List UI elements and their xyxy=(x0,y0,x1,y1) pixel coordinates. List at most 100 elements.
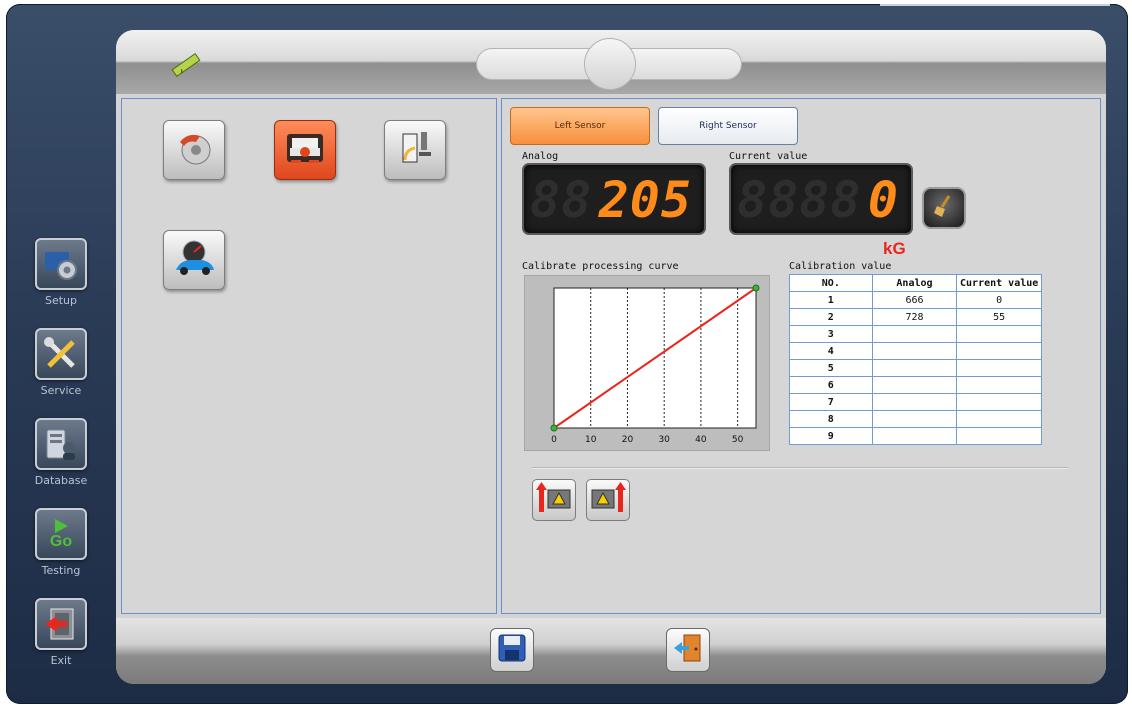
row-no-cell: 1 xyxy=(789,291,873,309)
x-tick-label: 30 xyxy=(658,435,670,445)
nav-setup-label: Setup xyxy=(44,294,78,307)
mode-car-button[interactable] xyxy=(274,120,336,180)
x-tick-label: 10 xyxy=(585,435,597,445)
brake-disc-icon xyxy=(174,128,214,172)
calibrate-up-left-icon xyxy=(536,482,572,518)
row-current-cell[interactable] xyxy=(956,427,1042,445)
go-icon-text: Go xyxy=(49,533,73,550)
nav-database-label: Database xyxy=(34,474,88,487)
top-toolbar xyxy=(116,30,1106,94)
nav-exit[interactable]: Exit xyxy=(30,598,92,667)
tab-right-sensor[interactable]: Right Sensor xyxy=(658,107,798,145)
row-analog-cell[interactable] xyxy=(871,342,958,360)
row-no-cell: 5 xyxy=(789,359,873,377)
nav-testing[interactable]: Go Testing xyxy=(30,508,92,577)
chart-title: Calibrate processing curve xyxy=(522,261,679,272)
row-current-cell[interactable] xyxy=(956,376,1042,394)
x-tick-label: 20 xyxy=(622,435,634,445)
exit-door-icon xyxy=(672,632,704,668)
table-row[interactable]: 3 xyxy=(789,325,1042,343)
frame-highlight xyxy=(880,4,1110,6)
row-current-cell[interactable] xyxy=(956,410,1042,428)
save-button[interactable] xyxy=(490,628,534,672)
nav-exit-label: Exit xyxy=(50,654,72,667)
row-no-cell: 6 xyxy=(789,376,873,394)
col-analog: Analog xyxy=(871,274,958,292)
table-row[interactable]: 7 xyxy=(789,393,1042,411)
row-current-cell[interactable] xyxy=(956,342,1042,360)
go-icon: Go xyxy=(35,508,87,560)
table-header-row: NO. Analog Current value xyxy=(789,274,1042,292)
clear-value-button[interactable] xyxy=(922,187,966,229)
main-panel: Left Sensor Right Sensor Analog Current … xyxy=(116,30,1106,684)
row-no-cell: 3 xyxy=(789,325,873,343)
data-point xyxy=(550,424,558,432)
row-analog-cell[interactable] xyxy=(871,410,958,428)
analog-display: 88 205 xyxy=(522,163,706,235)
calibrate-left-button[interactable] xyxy=(532,479,576,521)
mode-panel xyxy=(121,98,497,614)
row-current-cell[interactable] xyxy=(956,325,1042,343)
current-value-label: Current value xyxy=(729,151,808,162)
car-front-icon xyxy=(283,128,327,172)
broom-icon xyxy=(931,193,957,223)
row-analog-cell[interactable]: 666 xyxy=(871,291,958,309)
bottom-toolbar xyxy=(116,618,1106,684)
calibration-chart-svg: 0 10 20 30 40 50 xyxy=(550,284,760,445)
table-row[interactable]: 6 xyxy=(789,376,1042,394)
mode-pedal-button[interactable] xyxy=(384,120,446,180)
row-no-cell: 4 xyxy=(789,342,873,360)
tools-icon xyxy=(35,328,87,380)
calibrate-right-button[interactable] xyxy=(586,479,630,521)
col-current: Current value xyxy=(956,274,1042,292)
row-no-cell: 8 xyxy=(789,410,873,428)
row-analog-cell[interactable] xyxy=(871,325,958,343)
tab-left-sensor[interactable]: Left Sensor xyxy=(510,107,650,145)
nav-setup[interactable]: Setup xyxy=(30,238,92,307)
x-tick-label: 50 xyxy=(732,435,744,445)
calibrate-up-right-icon xyxy=(590,482,626,518)
mode-speed-button[interactable] xyxy=(163,230,225,290)
row-no-cell: 2 xyxy=(789,308,873,326)
row-analog-cell[interactable] xyxy=(871,393,958,411)
row-current-cell[interactable] xyxy=(956,359,1042,377)
save-floppy-icon xyxy=(496,632,528,668)
row-analog-cell[interactable] xyxy=(871,376,958,394)
nav-testing-label: Testing xyxy=(41,564,81,577)
x-tick-label: 40 xyxy=(695,435,707,445)
nav-database[interactable]: Database xyxy=(30,418,92,487)
nav-service[interactable]: Service xyxy=(30,328,92,397)
pedal-force-icon xyxy=(395,128,435,172)
analog-label: Analog xyxy=(522,151,559,162)
current-value-display: 8888 0 xyxy=(729,163,913,235)
table-row[interactable]: 8 xyxy=(789,410,1042,428)
row-current-cell[interactable] xyxy=(956,393,1042,411)
section-divider xyxy=(532,467,1068,468)
row-current-cell[interactable]: 55 xyxy=(956,308,1042,326)
x-tick-label: 0 xyxy=(551,435,557,445)
unit-label: kG xyxy=(883,239,906,258)
setup-gear-icon xyxy=(35,238,87,290)
row-current-cell[interactable]: 0 xyxy=(956,291,1042,309)
table-title: Calibration value xyxy=(789,261,892,272)
table-row[interactable]: 9 xyxy=(789,427,1042,445)
col-no: NO. xyxy=(789,274,873,292)
nav-service-label: Service xyxy=(40,384,82,397)
table-row[interactable]: 5 xyxy=(789,359,1042,377)
row-analog-cell[interactable] xyxy=(871,427,958,445)
exit-button[interactable] xyxy=(666,628,710,672)
current-display-ghost: 8888 xyxy=(737,171,862,229)
speedometer-car-icon xyxy=(172,238,216,282)
table-row[interactable]: 1 666 0 xyxy=(789,291,1042,309)
mode-brake-button[interactable] xyxy=(163,120,225,180)
row-analog-cell[interactable] xyxy=(871,359,958,377)
sensor-panel: Left Sensor Right Sensor Analog Current … xyxy=(501,98,1101,614)
row-no-cell: 9 xyxy=(789,427,873,445)
table-row[interactable]: 2 728 55 xyxy=(789,308,1042,326)
row-no-cell: 7 xyxy=(789,393,873,411)
exit-door-icon xyxy=(35,598,87,650)
calibration-table: NO. Analog Current value 1 666 0 2 728 55 3 4 5 6… xyxy=(789,274,1042,445)
row-analog-cell[interactable]: 728 xyxy=(871,308,958,326)
table-row[interactable]: 4 xyxy=(789,342,1042,360)
calibration-chart: 0 10 20 30 40 50 xyxy=(524,275,770,451)
